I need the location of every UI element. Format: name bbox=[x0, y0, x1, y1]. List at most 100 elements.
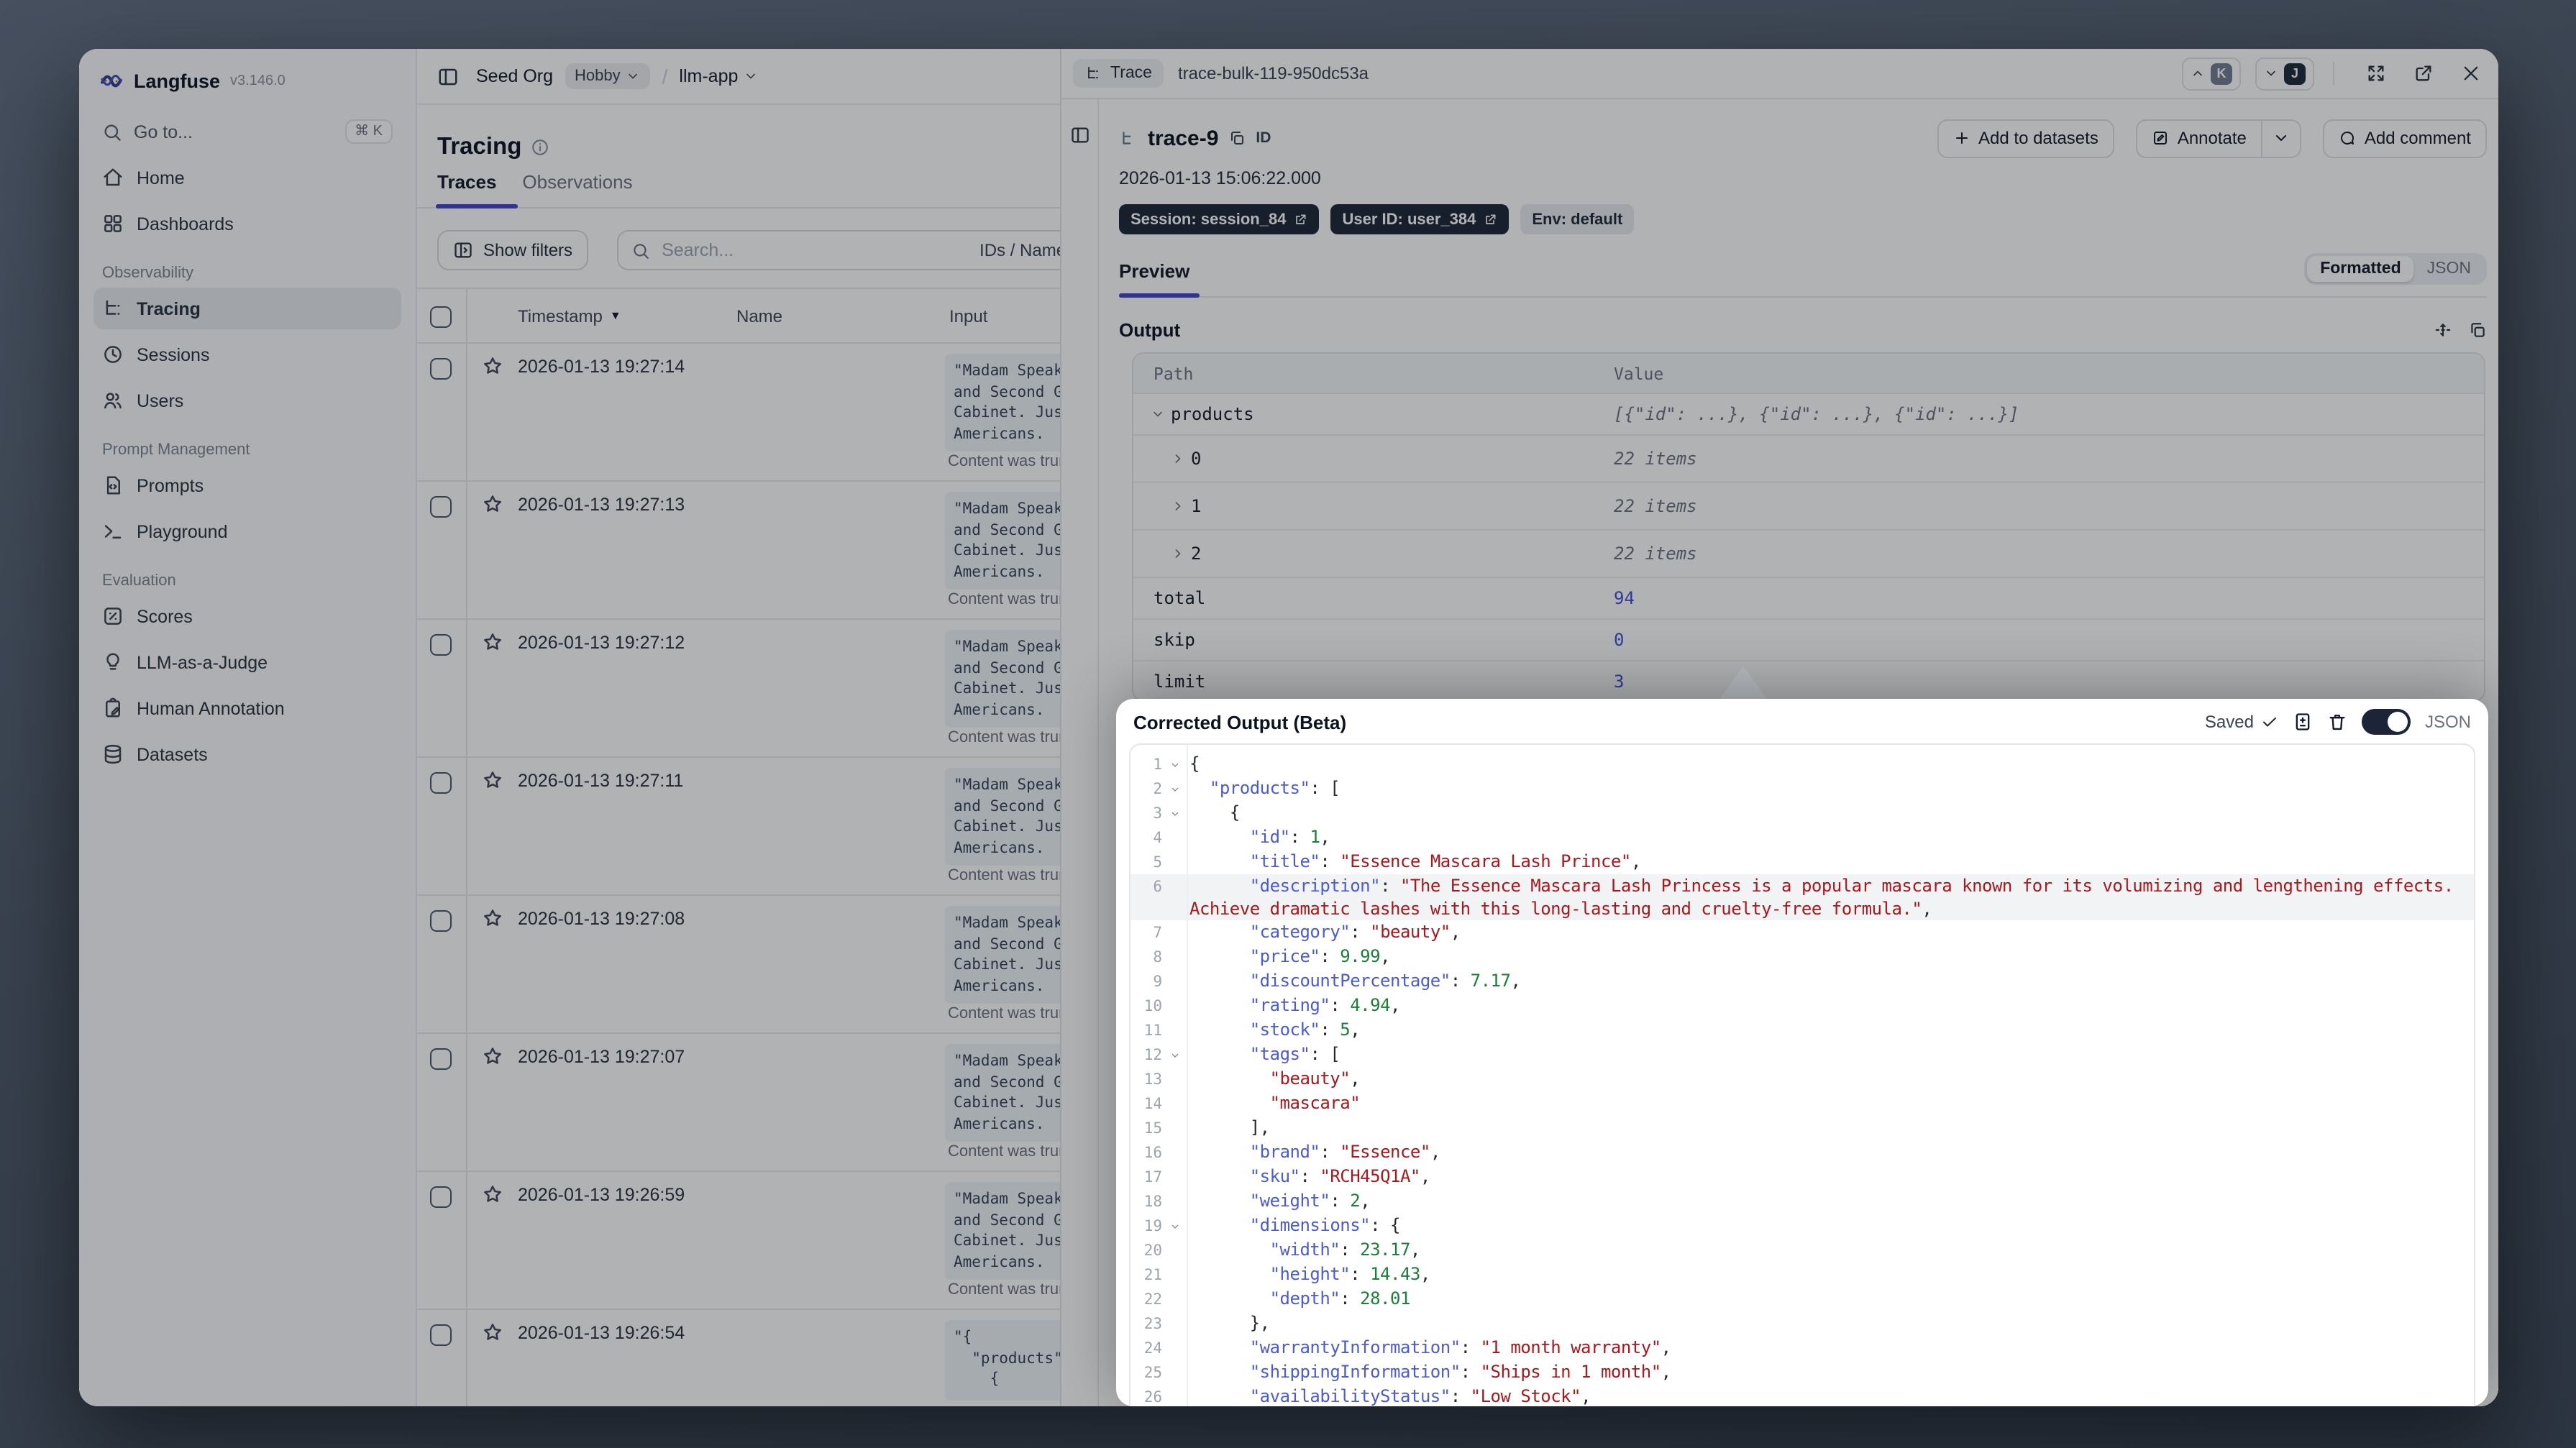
line-number: 14 bbox=[1143, 1096, 1162, 1113]
fold-gutter bbox=[1162, 945, 1187, 969]
fold-gutter bbox=[1162, 920, 1187, 945]
line-number: 24 bbox=[1143, 1340, 1162, 1357]
code-content: "depth": 28.01 bbox=[1269, 1288, 1411, 1309]
json-editor[interactable]: 1{2 "products": [3 {4 "id": 1, 5 "title":… bbox=[1129, 743, 2475, 1406]
line-number: 26 bbox=[1143, 1389, 1162, 1406]
line-number: 16 bbox=[1143, 1145, 1162, 1162]
fold-gutter bbox=[1162, 1067, 1187, 1091]
line-number: 23 bbox=[1143, 1316, 1162, 1333]
code-content: "tags": [ bbox=[1249, 1044, 1340, 1064]
code-content: "title": "Essence Mascara Lash Prince", bbox=[1249, 851, 1642, 871]
code-line: 25 "shippingInformation": "Ships in 1 mo… bbox=[1131, 1360, 2474, 1385]
code-content: "stock": 5, bbox=[1249, 1019, 1361, 1040]
diff-file-icon[interactable] bbox=[2293, 712, 2313, 732]
code-content: "category": "beauty", bbox=[1249, 922, 1461, 942]
json-toggle[interactable] bbox=[2361, 709, 2411, 735]
line-number: 19 bbox=[1143, 1218, 1162, 1235]
code-line: 17 "sku": "RCH45Q1A", bbox=[1131, 1165, 2474, 1189]
code-line: 12 "tags": [ bbox=[1131, 1043, 2474, 1067]
code-content: "warrantyInformation": "1 month warranty… bbox=[1249, 1337, 1671, 1357]
line-number: 5 bbox=[1153, 854, 1162, 871]
fold-chevron-icon[interactable] bbox=[1162, 776, 1187, 801]
line-number: 20 bbox=[1143, 1242, 1162, 1260]
corrected-output-modal: Corrected Output (Beta) Saved JSON 1{2 "… bbox=[1116, 699, 2488, 1406]
fold-gutter bbox=[1162, 1263, 1187, 1287]
code-line: 15 ], bbox=[1131, 1116, 2474, 1140]
code-content: ], bbox=[1189, 1117, 1270, 1137]
code-content: "width": 23.17, bbox=[1269, 1239, 1421, 1260]
code-line: 13 "beauty", bbox=[1131, 1067, 2474, 1091]
check-icon bbox=[2261, 713, 2278, 730]
line-number: 10 bbox=[1143, 998, 1162, 1015]
code-content: }, bbox=[1189, 1313, 1270, 1333]
code-content: { bbox=[1189, 802, 1240, 822]
fold-gutter bbox=[1162, 825, 1187, 850]
code-content: "weight": 2, bbox=[1249, 1191, 1371, 1211]
fold-gutter bbox=[1162, 969, 1187, 994]
line-number: 7 bbox=[1153, 925, 1162, 942]
fold-gutter bbox=[1162, 1336, 1187, 1360]
modal-title: Corrected Output (Beta) bbox=[1133, 711, 1347, 733]
fold-chevron-icon[interactable] bbox=[1162, 1214, 1187, 1238]
fold-gutter bbox=[1162, 874, 1187, 920]
line-number: 22 bbox=[1143, 1291, 1162, 1309]
code-content: "products": [ bbox=[1209, 778, 1340, 798]
fold-gutter bbox=[1162, 1018, 1187, 1043]
code-content: "beauty", bbox=[1269, 1068, 1361, 1089]
code-content: "price": 9.99, bbox=[1249, 946, 1391, 966]
fold-gutter bbox=[1162, 1116, 1187, 1140]
line-number: 12 bbox=[1143, 1047, 1162, 1064]
line-number: 13 bbox=[1143, 1071, 1162, 1089]
fold-gutter bbox=[1162, 994, 1187, 1018]
desktop: Langfuse v3.146.0 Go to... ⌘ K Home Dashb… bbox=[0, 0, 2576, 1448]
code-line: 16 "brand": "Essence", bbox=[1131, 1140, 2474, 1165]
fold-chevron-icon[interactable] bbox=[1162, 1043, 1187, 1067]
code-line: 21 "height": 14.43, bbox=[1131, 1263, 2474, 1287]
line-number: 2 bbox=[1153, 781, 1162, 798]
line-number: 4 bbox=[1153, 830, 1162, 847]
code-line: 11 "stock": 5, bbox=[1131, 1018, 2474, 1043]
fold-chevron-icon[interactable] bbox=[1162, 752, 1187, 776]
code-line: 5 "title": "Essence Mascara Lash Prince"… bbox=[1131, 850, 2474, 874]
trash-icon[interactable] bbox=[2327, 712, 2347, 732]
code-content: "brand": "Essence", bbox=[1249, 1142, 1441, 1162]
code-line: 14 "mascara" bbox=[1131, 1091, 2474, 1116]
code-content: "height": 14.43, bbox=[1269, 1264, 1431, 1284]
fold-gutter bbox=[1162, 1385, 1187, 1406]
line-number: 11 bbox=[1143, 1022, 1162, 1040]
code-line: 10 "rating": 4.94, bbox=[1131, 994, 2474, 1018]
fold-gutter bbox=[1162, 850, 1187, 874]
line-number: 1 bbox=[1153, 756, 1162, 774]
line-number: 8 bbox=[1153, 949, 1162, 966]
code-line: 23 }, bbox=[1131, 1311, 2474, 1336]
line-number: 9 bbox=[1153, 973, 1162, 991]
code-content: "mascara" bbox=[1269, 1093, 1361, 1113]
saved-status: Saved bbox=[2205, 712, 2278, 732]
code-line: 1{ bbox=[1131, 752, 2474, 776]
line-number: 17 bbox=[1143, 1169, 1162, 1186]
code-line: 24 "warrantyInformation": "1 month warra… bbox=[1131, 1336, 2474, 1360]
code-line: 22 "depth": 28.01 bbox=[1131, 1287, 2474, 1311]
fold-gutter bbox=[1162, 1238, 1187, 1263]
code-content: { bbox=[1189, 753, 1200, 774]
code-content: "discountPercentage": 7.17, bbox=[1249, 971, 1521, 991]
code-line: 3 { bbox=[1131, 801, 2474, 825]
fold-chevron-icon[interactable] bbox=[1162, 801, 1187, 825]
line-number: 15 bbox=[1143, 1120, 1162, 1137]
code-line: 2 "products": [ bbox=[1131, 776, 2474, 801]
fold-gutter bbox=[1162, 1140, 1187, 1165]
code-content: "sku": "RCH45Q1A", bbox=[1249, 1166, 1431, 1186]
code-line: 6 "description": "The Essence Mascara La… bbox=[1131, 874, 2474, 920]
json-toggle-label: JSON bbox=[2424, 712, 2471, 732]
fold-gutter bbox=[1162, 1165, 1187, 1189]
fold-gutter bbox=[1162, 1189, 1187, 1214]
popover-caret bbox=[1719, 666, 1768, 700]
code-lines: 1{2 "products": [3 {4 "id": 1, 5 "title":… bbox=[1131, 752, 2474, 1406]
code-line: 18 "weight": 2, bbox=[1131, 1189, 2474, 1214]
code-content: "rating": 4.94, bbox=[1249, 995, 1401, 1015]
code-content: "description": "The Essence Mascara Lash… bbox=[1189, 876, 2464, 919]
fold-gutter bbox=[1162, 1360, 1187, 1385]
code-line: 7 "category": "beauty", bbox=[1131, 920, 2474, 945]
fold-gutter bbox=[1162, 1091, 1187, 1116]
code-content: "id": 1, bbox=[1249, 827, 1330, 847]
